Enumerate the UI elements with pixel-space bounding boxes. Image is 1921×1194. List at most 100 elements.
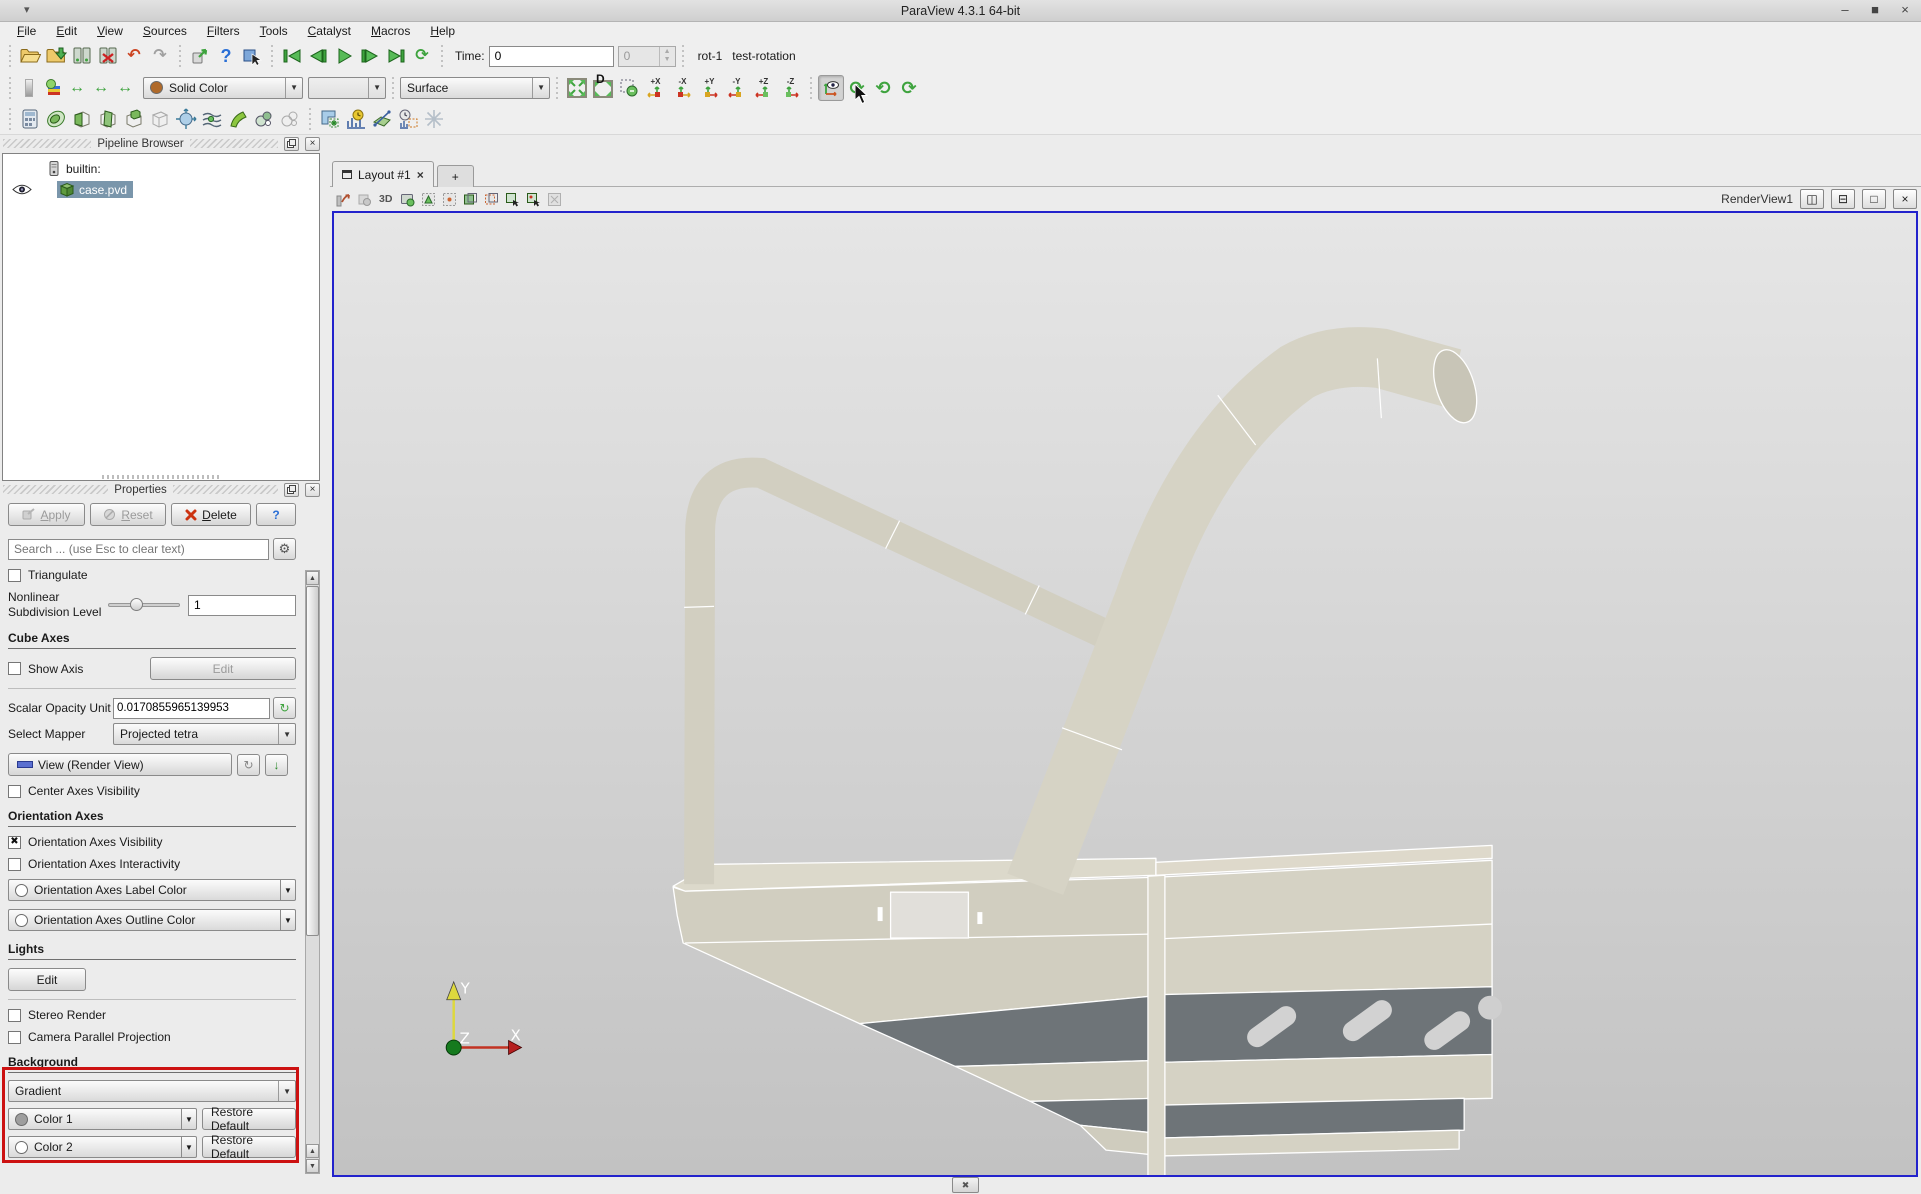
rescale-visible-range-icon[interactable]: ↔ bbox=[113, 76, 137, 100]
cube-axes-edit-button[interactable]: Edit bbox=[150, 657, 296, 680]
reset-camera-icon[interactable] bbox=[564, 75, 590, 101]
first-frame-icon[interactable] bbox=[279, 43, 305, 69]
menu-catalyst[interactable]: Catalyst bbox=[299, 23, 360, 39]
chevron-down-icon[interactable]: ▼ bbox=[182, 1108, 197, 1130]
close-view-icon[interactable]: × bbox=[1893, 189, 1917, 209]
spin-up-icon[interactable]: ▲ bbox=[664, 48, 671, 56]
tree-item-builtin[interactable]: builtin: bbox=[3, 158, 319, 179]
disconnect-server-icon[interactable] bbox=[95, 43, 121, 69]
select-cells-on-icon[interactable] bbox=[419, 190, 437, 208]
view-plus-z-icon[interactable]: +Z bbox=[750, 75, 777, 101]
contour-filter-icon[interactable] bbox=[43, 106, 69, 132]
float-panel-icon[interactable] bbox=[284, 483, 299, 497]
menu-sources[interactable]: Sources bbox=[134, 23, 196, 39]
rescale-data-range-icon[interactable]: ↔ bbox=[65, 76, 89, 100]
float-panel-icon[interactable] bbox=[284, 137, 299, 151]
view-plus-y-icon[interactable]: +Y bbox=[696, 75, 723, 101]
subdivision-value-input[interactable] bbox=[188, 595, 296, 616]
window-menu-icon[interactable]: ▾ bbox=[24, 3, 30, 16]
advanced-properties-button[interactable]: ⚙ bbox=[273, 538, 296, 560]
tree-item-case-pvd[interactable]: case.pvd bbox=[3, 179, 319, 200]
view-plus-x-icon[interactable]: +X bbox=[642, 75, 669, 101]
help-icon[interactable]: ? bbox=[213, 43, 239, 69]
pipeline-tree[interactable]: builtin: case.pvd bbox=[2, 153, 320, 481]
tab-layout-1[interactable]: Layout #1 × bbox=[332, 161, 434, 187]
undo-icon[interactable]: ↶ bbox=[121, 43, 147, 69]
window-titlebar[interactable]: ▾ ParaView 4.3.1 64-bit – ■ × bbox=[0, 0, 1921, 22]
background-mode-combo[interactable]: Gradient ▼ bbox=[8, 1080, 296, 1102]
group-datasets-icon[interactable] bbox=[251, 106, 277, 132]
menu-tools[interactable]: Tools bbox=[251, 23, 297, 39]
plot-selection-over-time-icon[interactable] bbox=[395, 106, 421, 132]
refresh-view-icon[interactable]: ↻ bbox=[237, 754, 260, 776]
panel-splitter[interactable] bbox=[0, 473, 323, 481]
rotate-clockwise-icon[interactable]: ⟳ bbox=[844, 75, 870, 101]
menu-filters[interactable]: Filters bbox=[198, 23, 249, 39]
menu-macros[interactable]: Macros bbox=[362, 23, 419, 39]
rotate-custom-icon[interactable]: ⟳ bbox=[896, 75, 922, 101]
redo-icon[interactable]: ↷ bbox=[147, 43, 173, 69]
tab-new-layout[interactable]: + bbox=[437, 165, 474, 187]
play-icon[interactable] bbox=[331, 43, 357, 69]
clip-filter-icon[interactable] bbox=[69, 106, 95, 132]
close-panel-icon[interactable]: × bbox=[305, 137, 320, 151]
color1-restore-default-button[interactable]: Restore Default bbox=[202, 1108, 296, 1130]
connect-server-icon[interactable] bbox=[69, 43, 95, 69]
search-input[interactable] bbox=[8, 539, 269, 560]
load-palette-icon[interactable] bbox=[187, 43, 213, 69]
loop-icon[interactable]: ⟳ bbox=[409, 43, 435, 69]
maximize-button[interactable]: ■ bbox=[1865, 2, 1885, 17]
collapsed-panel-handle[interactable]: ✖ bbox=[952, 1177, 979, 1193]
save-state-icon[interactable] bbox=[43, 43, 69, 69]
plot-over-time-icon[interactable] bbox=[343, 106, 369, 132]
stereo-render-checkbox[interactable] bbox=[8, 1009, 21, 1022]
interactive-select-points-icon[interactable] bbox=[524, 190, 542, 208]
properties-scrollbar[interactable]: ▲ ▲ ▼ bbox=[305, 570, 320, 1174]
toggle-3d-label[interactable]: 3D bbox=[379, 193, 392, 205]
lights-edit-button[interactable]: Edit bbox=[8, 968, 86, 991]
glyph-filter-icon[interactable] bbox=[173, 106, 199, 132]
reset-button[interactable]: Reset bbox=[90, 503, 166, 526]
chevron-down-icon[interactable]: ▼ bbox=[281, 879, 296, 901]
extract-selection-icon[interactable] bbox=[317, 106, 343, 132]
apply-button[interactable]: Apply bbox=[8, 503, 85, 526]
menu-view[interactable]: View bbox=[88, 23, 132, 39]
chevron-down-icon[interactable]: ▼ bbox=[182, 1136, 197, 1158]
open-file-icon[interactable] bbox=[17, 43, 43, 69]
selection-tool-icon[interactable] bbox=[239, 43, 265, 69]
delete-button[interactable]: Delete bbox=[171, 503, 251, 526]
scalar-opacity-input[interactable] bbox=[113, 698, 270, 719]
adjust-camera-icon[interactable] bbox=[398, 190, 416, 208]
menu-help[interactable]: Help bbox=[421, 23, 464, 39]
center-axes-checkbox[interactable] bbox=[8, 785, 21, 798]
frame-index-spinner[interactable]: 0 ▲▼ bbox=[618, 46, 676, 67]
menu-edit[interactable]: Edit bbox=[47, 23, 86, 39]
split-horizontal-icon[interactable]: ◫ bbox=[1800, 189, 1824, 209]
last-frame-icon[interactable] bbox=[383, 43, 409, 69]
scroll-down-icon[interactable]: ▼ bbox=[306, 1159, 319, 1173]
subdivision-slider[interactable] bbox=[108, 597, 180, 613]
select-points-through-icon[interactable] bbox=[482, 190, 500, 208]
chevron-down-icon[interactable]: ▼ bbox=[281, 909, 296, 931]
orientation-visibility-checkbox[interactable]: ✖ bbox=[8, 836, 21, 849]
close-button[interactable]: × bbox=[1895, 2, 1915, 17]
view-minus-y-icon[interactable]: -Y bbox=[723, 75, 750, 101]
select-cells-through-icon[interactable] bbox=[461, 190, 479, 208]
orientation-label-color-combo[interactable]: Orientation Axes Label Color bbox=[8, 879, 281, 901]
scrollbar-thumb[interactable] bbox=[306, 586, 319, 936]
forward-frame-icon[interactable] bbox=[357, 43, 383, 69]
camera-parallel-checkbox[interactable] bbox=[8, 1031, 21, 1044]
split-vertical-icon[interactable]: ⊟ bbox=[1831, 189, 1855, 209]
visibility-eye-icon[interactable] bbox=[11, 183, 33, 196]
render-view-canvas[interactable]: Y Z X bbox=[332, 211, 1918, 1177]
edit-color-map-icon[interactable] bbox=[41, 76, 65, 100]
minimize-button[interactable]: – bbox=[1835, 2, 1855, 17]
threshold-filter-icon[interactable] bbox=[121, 106, 147, 132]
view-minus-x-icon[interactable]: -X bbox=[669, 75, 696, 101]
plot-over-line-icon[interactable] bbox=[369, 106, 395, 132]
save-view-settings-icon[interactable]: ↓ bbox=[265, 754, 288, 776]
scroll-up-icon[interactable]: ▲ bbox=[306, 1144, 319, 1158]
orientation-outline-color-combo[interactable]: Orientation Axes Outline Color bbox=[8, 909, 281, 931]
color2-restore-default-button[interactable]: Restore Default bbox=[202, 1136, 296, 1158]
orientation-interactivity-checkbox[interactable] bbox=[8, 858, 21, 871]
